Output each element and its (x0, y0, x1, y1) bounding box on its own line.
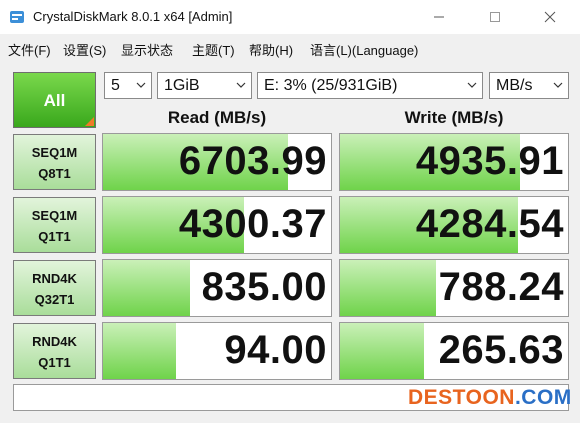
maximize-icon (490, 12, 500, 22)
write-result-seq1m-q1t1: 4284.54 (339, 196, 569, 254)
test-count-select[interactable]: 5 (104, 72, 152, 99)
test-name: RND4K (32, 334, 77, 349)
write-result-rnd4k-q1t1: 265.63 (339, 322, 569, 380)
drive-select[interactable]: E: 3% (25/931GiB) (257, 72, 483, 99)
window-title: CrystalDiskMark 8.0.1 x64 [Admin] (33, 9, 233, 24)
read-value: 94.00 (224, 328, 327, 372)
title-bar: CrystalDiskMark 8.0.1 x64 [Admin] (0, 0, 580, 34)
test-button-seq1m-q1t1[interactable]: SEQ1M Q1T1 (13, 197, 96, 253)
watermark-logo: DESTOON.COM (408, 386, 572, 410)
chevron-down-icon (467, 82, 477, 88)
write-column-header: Write (MB/s) (404, 108, 504, 127)
read-result-seq1m-q1t1: 4300.37 (102, 196, 332, 254)
test-queue: Q1T1 (38, 229, 71, 244)
test-size-value: 1GiB (164, 77, 200, 94)
app-icon (10, 11, 24, 23)
read-result-rnd4k-q1t1: 94.00 (102, 322, 332, 380)
test-button-rnd4k-q32t1[interactable]: RND4K Q32T1 (13, 260, 96, 316)
read-result-seq1m-q8t1: 6703.99 (102, 133, 332, 191)
chevron-down-icon (553, 82, 563, 88)
test-button-rnd4k-q1t1[interactable]: RND4K Q1T1 (13, 323, 96, 379)
test-queue: Q32T1 (34, 292, 75, 307)
test-name: SEQ1M (31, 145, 78, 160)
unit-select[interactable]: MB/s (489, 72, 569, 99)
menu-language[interactable]: 语言(L)(Language) (310, 40, 418, 59)
write-bar (340, 323, 425, 379)
write-result-seq1m-q8t1: 4935.91 (339, 133, 569, 191)
write-value: 4935.91 (415, 139, 564, 183)
read-value: 835.00 (201, 265, 327, 309)
menu-theme[interactable]: 主题(T) (192, 40, 235, 59)
test-count-value: 5 (111, 77, 120, 94)
read-column-header: Read (MB/s) (167, 108, 267, 127)
menu-display-status[interactable]: 显示状态 (121, 40, 173, 59)
read-value: 6703.99 (178, 139, 327, 183)
close-icon (544, 11, 556, 23)
all-button-label: All (43, 91, 66, 110)
test-size-select[interactable]: 1GiB (157, 72, 252, 99)
test-button-seq1m-q8t1[interactable]: SEQ1M Q8T1 (13, 134, 96, 190)
test-name: RND4K (32, 271, 77, 286)
menu-settings[interactable]: 设置(S) (63, 40, 106, 59)
write-value: 788.24 (438, 265, 564, 309)
all-button[interactable]: All (13, 72, 96, 128)
menu-file[interactable]: 文件(F) (8, 40, 51, 59)
read-bar (103, 323, 176, 379)
chevron-down-icon (136, 82, 146, 88)
unit-value: MB/s (496, 77, 533, 94)
drive-value: E: 3% (25/931GiB) (264, 77, 398, 94)
test-queue: Q1T1 (38, 355, 71, 370)
maximize-button[interactable] (472, 0, 518, 34)
minimize-icon (434, 16, 444, 18)
read-bar (103, 260, 190, 316)
test-queue: Q8T1 (38, 166, 71, 181)
test-name: SEQ1M (31, 208, 78, 223)
read-result-rnd4k-q32t1: 835.00 (102, 259, 332, 317)
menu-bar: 文件(F) 设置(S) 显示状态 主题(T) 帮助(H) 语言(L)(Langu… (0, 34, 580, 60)
menu-help[interactable]: 帮助(H) (249, 40, 293, 59)
watermark-part2: .COM (514, 386, 572, 409)
corner-marker-icon (85, 117, 94, 126)
write-value: 265.63 (438, 328, 564, 372)
read-value: 4300.37 (178, 202, 327, 246)
minimize-button[interactable] (416, 0, 462, 34)
write-result-rnd4k-q32t1: 788.24 (339, 259, 569, 317)
chevron-down-icon (236, 82, 246, 88)
watermark-part1: DESTOON (408, 386, 515, 409)
close-button[interactable] (527, 0, 573, 34)
write-value: 4284.54 (415, 202, 564, 246)
write-bar (340, 260, 436, 316)
